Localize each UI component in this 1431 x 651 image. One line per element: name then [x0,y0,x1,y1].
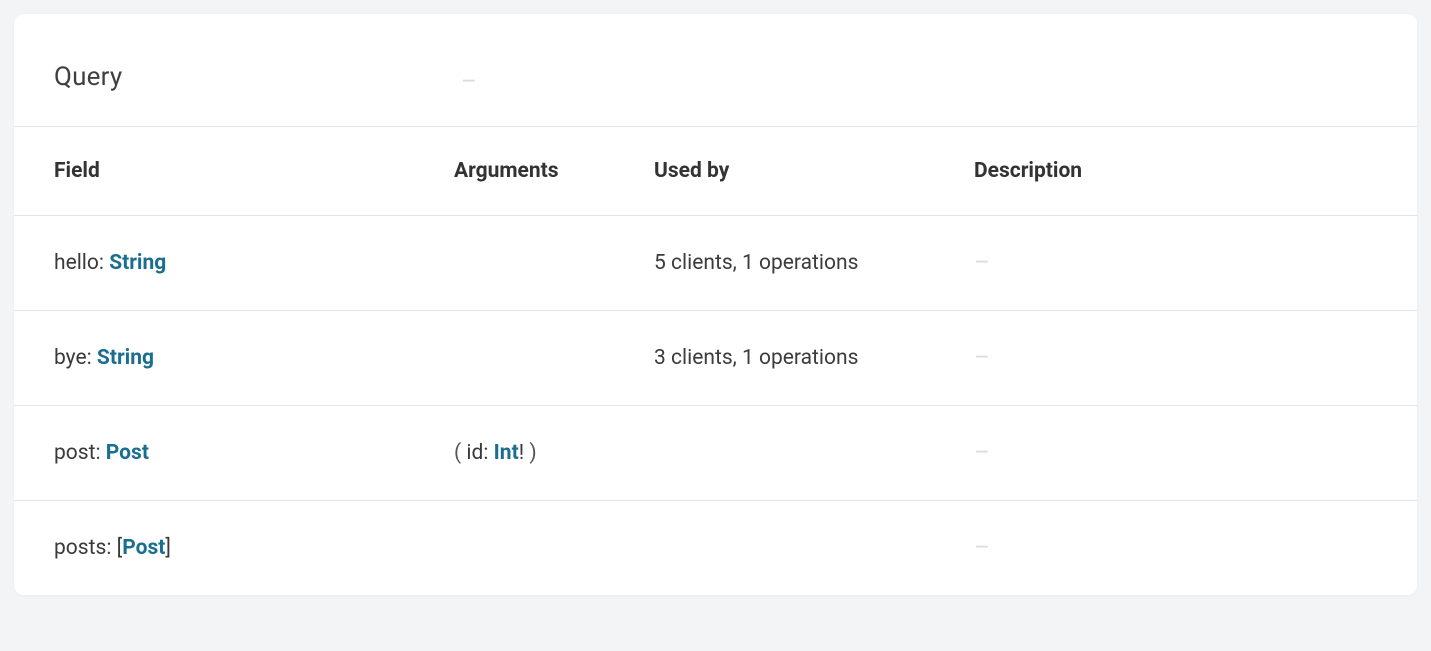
type-link[interactable]: Post [106,441,149,465]
table-row: posts: [Post] – [14,501,1417,595]
table-row: hello: String 5 clients, 1 operations – [14,216,1417,311]
field-cell: post: Post [14,407,414,499]
type-suffix: ] [165,536,171,560]
field-cell: posts: [Post] [14,502,414,594]
field-name: posts [54,536,106,560]
description-placeholder: – [974,438,990,466]
description-cell: – [934,216,1417,310]
field-name: hello [54,251,99,275]
description-cell: – [934,406,1417,500]
arg-type-link[interactable]: Int [494,441,519,465]
usedby-cell: 3 clients, 1 operations [614,312,934,404]
subtitle-placeholder: – [461,69,477,93]
type-link[interactable]: String [109,251,166,275]
field-name: post [54,441,95,465]
description-placeholder: – [974,248,990,276]
description-cell: – [934,501,1417,595]
col-header-field: Field [14,127,414,215]
field-type-separator: : [99,251,109,275]
type-name-heading: Query [14,14,1417,127]
field-type-separator: : [87,346,97,370]
field-cell: hello: String [14,217,414,309]
arguments-cell [414,229,614,297]
table-body: hello: String5 clients, 1 operations–bye… [14,216,1417,595]
args-close-paren: ) [524,441,537,465]
description-cell: – [934,311,1417,405]
args-open-paren: ( [454,441,466,465]
arg-separator: : [483,441,493,465]
field-name: bye [54,346,87,370]
usedby-cell [614,419,934,487]
usedby-cell [614,514,934,582]
description-placeholder: – [974,343,990,371]
usedby-cell: 5 clients, 1 operations [614,217,934,309]
col-header-usedby: Used by [614,127,934,215]
arguments-cell [414,514,614,582]
col-header-description: Description [934,127,1417,215]
table-row: bye: String 3 clients, 1 operations – [14,311,1417,406]
arguments-cell [414,324,614,392]
schema-type-card: – Query Field Arguments Used by Descript… [14,14,1417,595]
usedby-text: 3 clients, 1 operations [654,346,858,370]
type-link[interactable]: Post [122,536,165,560]
field-cell: bye: String [14,312,414,404]
table-header-row: Field Arguments Used by Description [14,127,1417,216]
field-type-separator: : [106,536,116,560]
col-header-arguments: Arguments [414,127,614,215]
field-type-separator: : [95,441,105,465]
type-link[interactable]: String [97,346,154,370]
table-row: post: Post( id: Int! )– [14,406,1417,501]
arguments-cell: ( id: Int! ) [414,407,614,499]
description-placeholder: – [974,533,990,561]
usedby-text: 5 clients, 1 operations [654,251,858,275]
arg-name: id [466,441,483,465]
